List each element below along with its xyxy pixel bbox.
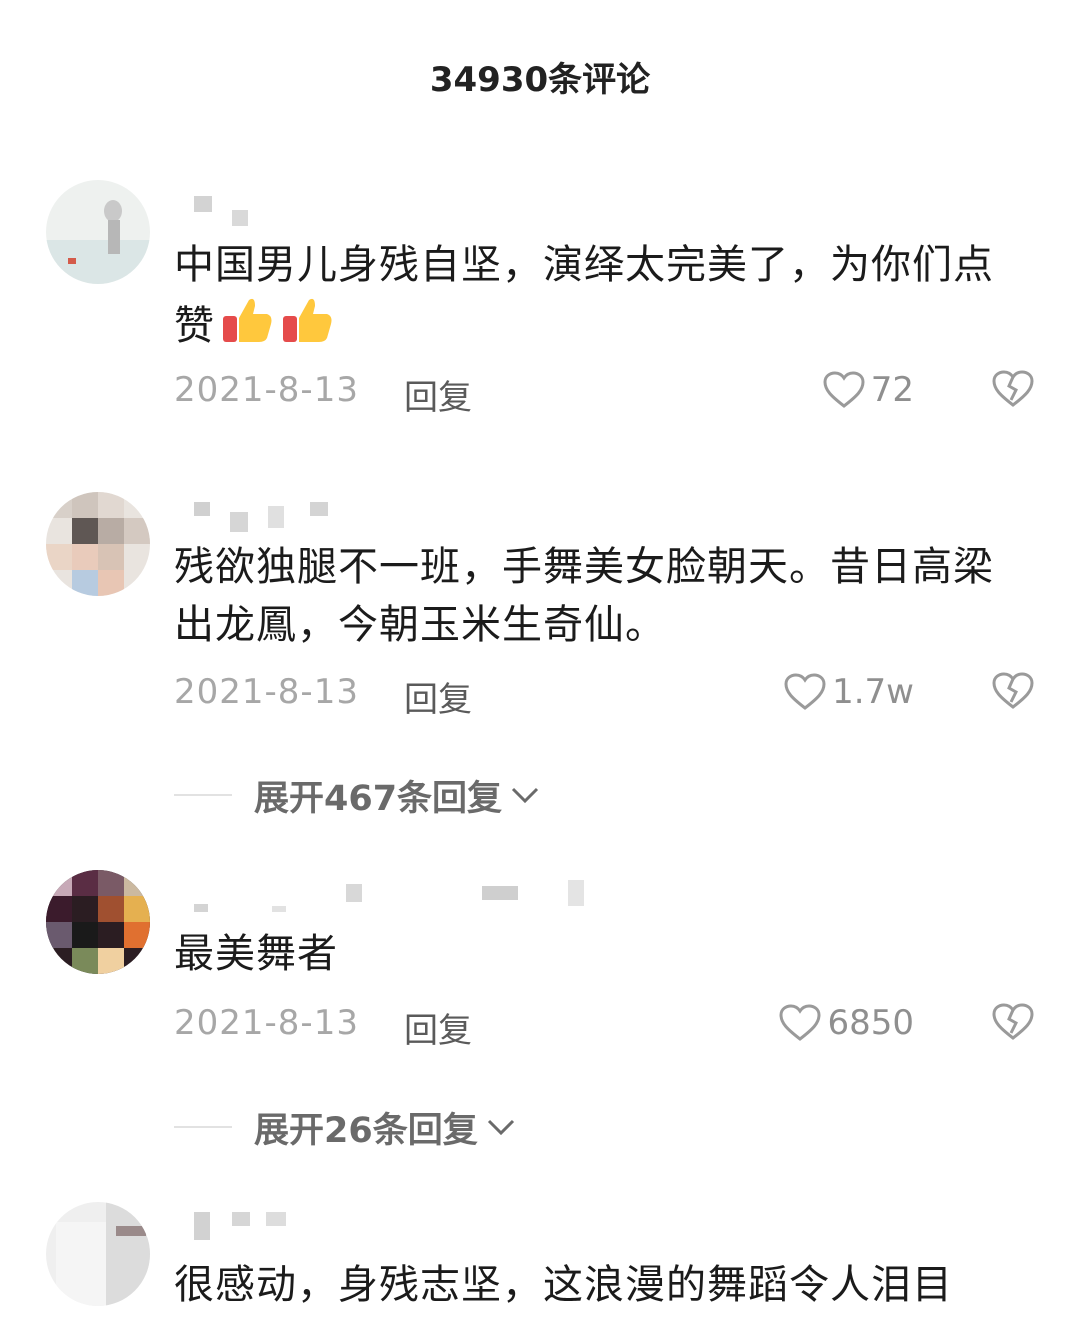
- broken-heart-icon: [992, 370, 1034, 407]
- thumbs-up-icon: [279, 294, 335, 362]
- heart-outline-icon: [779, 1004, 821, 1041]
- expand-replies-button[interactable]: 展开467条回复: [174, 770, 540, 820]
- like-button[interactable]: 1.7w: [784, 672, 914, 712]
- avatar[interactable]: [46, 870, 150, 974]
- comment-date: 2021-8-13: [174, 370, 359, 410]
- like-count: 6850: [827, 1003, 914, 1043]
- expand-replies-button[interactable]: 展开26条回复: [174, 1102, 516, 1152]
- heart-outline-icon: [823, 371, 865, 408]
- broken-heart-icon: [992, 1003, 1034, 1040]
- thumbs-up-icon: [219, 294, 275, 362]
- comments-count-title: 34930条评论: [429, 60, 651, 100]
- comment-text: 中国男儿身残自坚，演绎太完美了，为你们点赞: [174, 236, 1024, 362]
- avatar[interactable]: [46, 1202, 150, 1306]
- chevron-down-icon: [512, 787, 539, 804]
- username-redacted[interactable]: [176, 1208, 616, 1248]
- comment-meta: 2021-8-13 回复 6850: [174, 1003, 1034, 1053]
- broken-heart-icon: [992, 672, 1034, 709]
- expand-replies-label: 展开26条回复: [254, 1110, 478, 1151]
- divider-line: [174, 1126, 232, 1128]
- comment-meta: 2021-8-13 回复 1.7w: [174, 672, 1034, 722]
- dislike-button[interactable]: [992, 1003, 1034, 1050]
- avatar[interactable]: [46, 492, 150, 596]
- chevron-down-icon: [487, 1119, 514, 1136]
- like-count: 1.7w: [832, 672, 914, 712]
- like-count: 72: [870, 370, 914, 410]
- expand-replies-label: 展开467条回复: [254, 778, 503, 819]
- comment-text: 残欲独腿不一班，手舞美女脸朝天。昔日高梁 出龙鳳，今朝玉米生奇仙。: [174, 544, 994, 648]
- like-button[interactable]: 72: [823, 370, 914, 410]
- heart-outline-icon: [784, 673, 826, 710]
- avatar[interactable]: [46, 180, 150, 284]
- comment-text: 最美舞者: [174, 931, 338, 977]
- comment-date: 2021-8-13: [174, 1003, 359, 1043]
- reply-button[interactable]: 回复: [404, 672, 472, 721]
- comment-text: 很感动，身残志坚，这浪漫的舞蹈令人泪目: [174, 1262, 953, 1308]
- username-redacted[interactable]: [176, 500, 616, 540]
- dislike-button[interactable]: [992, 672, 1034, 719]
- dislike-button[interactable]: [992, 370, 1034, 417]
- like-button[interactable]: 6850: [779, 1003, 914, 1043]
- comment-meta: 2021-8-13 回复 72: [174, 370, 1034, 420]
- reply-button[interactable]: 回复: [404, 1003, 472, 1052]
- reply-button[interactable]: 回复: [404, 370, 472, 419]
- divider-line: [174, 794, 232, 796]
- username-redacted[interactable]: [176, 192, 616, 232]
- username-redacted[interactable]: [176, 878, 616, 918]
- comment-date: 2021-8-13: [174, 672, 359, 712]
